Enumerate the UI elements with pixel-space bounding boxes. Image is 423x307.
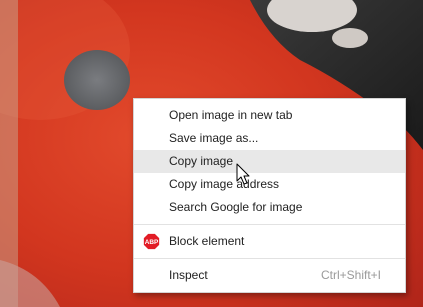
menu-item-copy-image-address[interactable]: Copy image address (134, 173, 405, 196)
menu-item-label: Search Google for image (169, 200, 303, 214)
menu-item-save-image-as[interactable]: Save image as... (134, 127, 405, 150)
menu-separator (134, 258, 405, 259)
menu-item-open-image-new-tab[interactable]: Open image in new tab (134, 104, 405, 127)
menu-item-label: Copy image (169, 154, 234, 168)
menu-item-label: Copy image address (169, 177, 280, 191)
shortcut-label: Ctrl+Shift+I (320, 268, 381, 282)
menu-item-copy-image[interactable]: Copy image (134, 150, 405, 173)
menu-item-label: Block element (169, 234, 245, 248)
menu-item-inspect[interactable]: Inspect Ctrl+Shift+I (134, 264, 405, 287)
menu-item-block-element[interactable]: ABP Block element (134, 230, 405, 253)
context-menu: Open image in new tab Save image as... C… (133, 98, 406, 293)
abp-icon-text: ABP (145, 239, 159, 246)
menu-item-label: Open image in new tab (169, 108, 293, 122)
menu-separator (134, 224, 405, 225)
menu-item-label: Inspect (169, 268, 208, 282)
mouse-cursor-icon (236, 163, 250, 185)
menu-item-search-google-for-image[interactable]: Search Google for image (134, 196, 405, 219)
screenshot-stage: Open image in new tab Save image as... C… (0, 0, 423, 307)
abp-icon: ABP (143, 233, 160, 250)
menu-item-label: Save image as... (169, 131, 259, 145)
